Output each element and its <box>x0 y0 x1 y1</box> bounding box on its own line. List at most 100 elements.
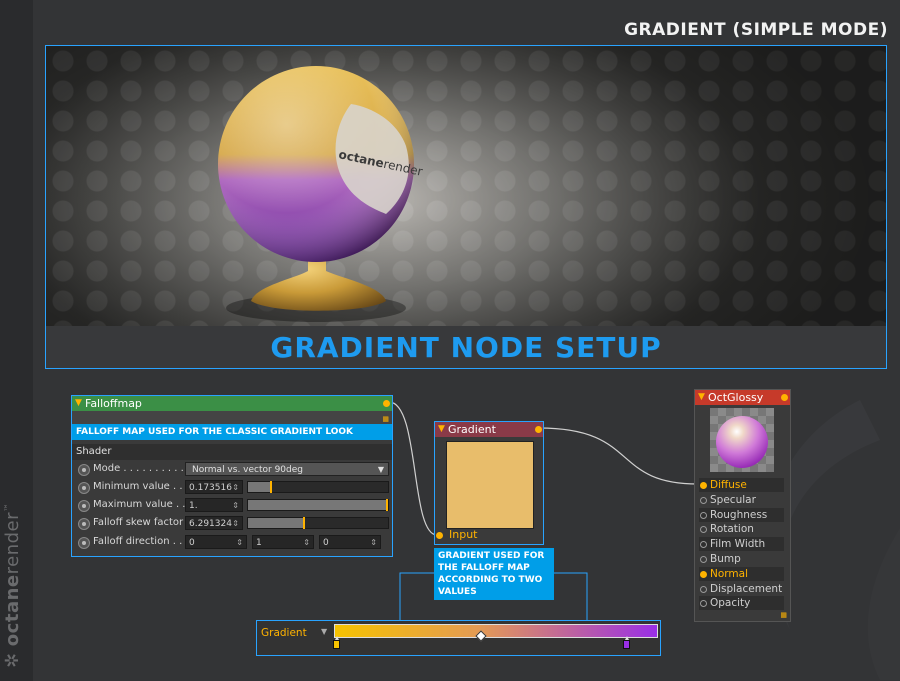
input-port-label: Roughness <box>710 508 768 521</box>
shader-section-header[interactable]: Shader <box>72 444 392 460</box>
brand-suffix: render <box>2 511 23 575</box>
falloff-skew-slider-handle[interactable] <box>303 517 306 529</box>
brand-prefix: octane <box>2 574 23 647</box>
mode-radio[interactable] <box>78 464 90 476</box>
gradient-editor-label: Gradient <box>261 627 307 639</box>
falloff-direction-y-input[interactable]: 1 ⇕ <box>252 535 314 549</box>
minimum-value-label: Minimum value . . . <box>93 481 189 492</box>
minimum-value-slider-fill <box>248 482 272 492</box>
falloffmap-callout: FALLOFF MAP USED FOR THE CLASSIC GRADIEN… <box>72 424 392 440</box>
input-port-specular[interactable]: Specular <box>699 493 784 507</box>
input-port-label: Opacity <box>710 597 751 610</box>
gradient-node[interactable]: ▼ Gradient Input <box>434 421 544 545</box>
port-dot-icon[interactable] <box>700 526 707 534</box>
octglossy-node[interactable]: ▼ OctGlossy Diffuse Specular Roughness Rota… <box>694 389 791 622</box>
input-port-diffuse[interactable]: Diffuse <box>699 478 784 492</box>
collapse-triangle-icon[interactable]: ▼ <box>698 390 705 405</box>
minimum-value-slider-handle[interactable] <box>269 481 272 493</box>
gradient-color-swatch <box>446 441 534 529</box>
maximum-value-row: Maximum value . . . 1. ⇕ <box>76 498 390 514</box>
brand-logo: ✲ octanerender™ <box>2 502 23 668</box>
gradient-callout: GRADIENT USED FOR THE FALLOFF MAP ACCORD… <box>434 548 554 600</box>
falloff-direction-x-input[interactable]: 0 ⇕ <box>185 535 247 549</box>
gradient-start-knob[interactable] <box>333 636 340 649</box>
maximum-value-slider-fill <box>248 500 388 510</box>
input-port-film-width[interactable]: Film Width <box>699 537 784 552</box>
gradient-midpoint-handle[interactable] <box>475 630 487 642</box>
collapse-triangle-icon[interactable]: ▼ <box>438 422 445 437</box>
port-dot-icon[interactable] <box>700 570 707 578</box>
input-port-normal[interactable]: Normal <box>699 566 784 581</box>
brand-mark: ™ <box>4 502 14 512</box>
port-dot-icon[interactable] <box>700 600 707 608</box>
setup-banner: GRADIENT NODE SETUP <box>45 326 887 369</box>
gradient-end-knob[interactable] <box>623 636 630 649</box>
input-port-displacement[interactable]: Displacement <box>699 582 784 596</box>
port-dot-icon[interactable] <box>700 482 707 489</box>
gradient-node-header[interactable]: ▼ Gradient <box>435 422 543 437</box>
falloffmap-node[interactable]: ▼ Falloffmap ▦ FALLOFF MAP USED FOR THE … <box>71 395 393 557</box>
maximum-value-slider-handle[interactable] <box>386 499 388 511</box>
port-dot-icon[interactable] <box>700 496 707 504</box>
dropdown-arrow-icon: ▼ <box>377 465 384 474</box>
brand-swirl-icon: ✲ <box>2 646 23 668</box>
gradient-input-label: Input <box>449 528 478 541</box>
input-port-label: Bump <box>710 553 741 565</box>
maximum-value-input[interactable]: 1. ⇕ <box>185 498 243 512</box>
minimum-value-input[interactable]: 0.173516 ⇕ <box>185 480 243 494</box>
falloff-skew-input[interactable]: 6.291324 ⇕ <box>185 516 243 530</box>
input-port-label: Rotation <box>710 523 754 536</box>
gradient-editor: Gradient ▼ <box>256 620 661 656</box>
maximum-value-slider[interactable] <box>247 499 389 511</box>
falloff-direction-label: Falloff direction . . <box>93 536 183 547</box>
collapse-triangle-icon[interactable]: ▼ <box>75 396 82 411</box>
minimum-value-radio[interactable] <box>78 482 90 494</box>
material-preview-sphere <box>716 416 768 468</box>
octglossy-node-header[interactable]: ▼ OctGlossy <box>695 390 790 405</box>
port-dot-icon[interactable] <box>700 541 707 549</box>
falloff-direction-z-input[interactable]: 0 ⇕ <box>319 535 381 549</box>
falloff-skew-label: Falloff skew factor <box>93 517 184 528</box>
maximum-value-radio[interactable] <box>78 500 90 512</box>
page-title: GRADIENT (SIMPLE MODE) <box>624 20 888 40</box>
input-port-opacity[interactable]: Opacity <box>699 596 784 611</box>
gradient-options-triangle-icon[interactable]: ▼ <box>321 627 327 636</box>
render-scene: octanerender <box>218 66 424 322</box>
render-preview: octanerender <box>45 45 887 327</box>
octglossy-output-port[interactable] <box>781 394 788 401</box>
falloff-skew-slider[interactable] <box>247 517 389 529</box>
mode-value: Normal vs. vector 90deg <box>192 465 303 475</box>
input-port-label: Normal <box>710 567 748 580</box>
resize-grip-icon[interactable]: ▦ <box>382 415 389 423</box>
material-preview-thumbnail <box>710 408 774 472</box>
input-port-label: Film Width <box>710 538 766 551</box>
input-port-rotation[interactable]: Rotation <box>699 522 784 536</box>
falloff-direction-row: Falloff direction . . 0 ⇕ 1 ⇕ 0 ⇕ <box>76 535 390 551</box>
gradient-output-port[interactable] <box>535 426 542 433</box>
port-dot-icon[interactable] <box>700 585 707 593</box>
falloff-skew-row: Falloff skew factor 6.291324 ⇕ <box>76 516 390 532</box>
mode-row: Mode . . . . . . . . . . . Normal vs. ve… <box>76 462 390 478</box>
input-port-bump[interactable]: Bump <box>699 552 784 566</box>
falloffmap-output-port[interactable] <box>383 400 390 407</box>
falloffmap-node-strip: ▦ <box>72 411 392 424</box>
gradient-node-title: Gradient <box>448 423 496 436</box>
input-port-label: Diffuse <box>710 479 747 491</box>
gradient-input-port[interactable] <box>436 532 443 539</box>
port-dot-icon[interactable] <box>700 511 707 519</box>
falloff-skew-slider-fill <box>248 518 306 528</box>
falloffmap-node-title: Falloffmap <box>85 397 142 410</box>
resize-grip-icon[interactable]: ▦ <box>780 611 787 619</box>
falloff-direction-radio[interactable] <box>78 537 90 549</box>
minimum-value-slider[interactable] <box>247 481 389 493</box>
input-port-roughness[interactable]: Roughness <box>699 507 784 522</box>
mode-dropdown[interactable]: Normal vs. vector 90deg ▼ <box>185 462 389 476</box>
octglossy-node-title: OctGlossy <box>708 391 764 404</box>
falloffmap-node-header[interactable]: ▼ Falloffmap <box>72 396 392 411</box>
falloff-skew-radio[interactable] <box>78 518 90 530</box>
input-port-label: Displacement <box>710 582 783 595</box>
minimum-value-row: Minimum value . . . 0.173516 ⇕ <box>76 480 390 496</box>
port-dot-icon[interactable] <box>700 556 707 563</box>
gradient-ramp[interactable] <box>334 624 658 642</box>
input-port-label: Specular <box>710 493 756 506</box>
